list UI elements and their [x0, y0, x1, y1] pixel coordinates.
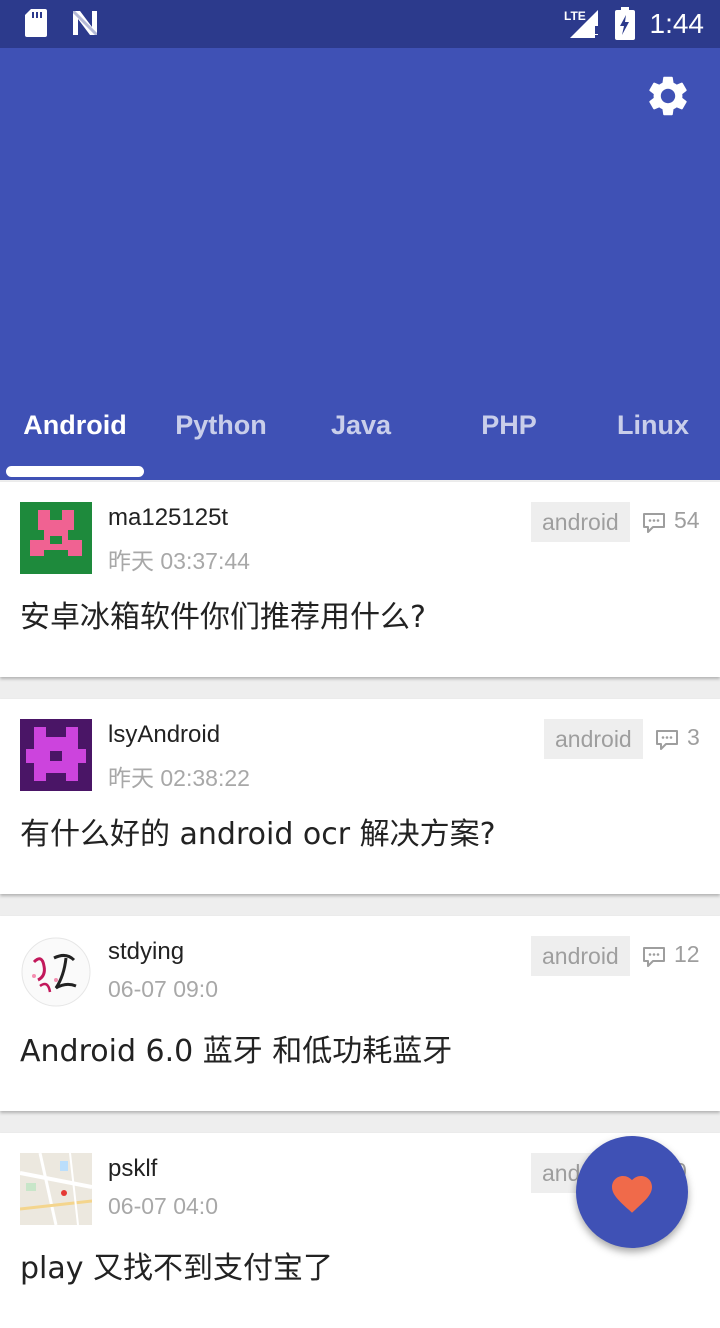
favorite-fab[interactable] — [576, 1136, 688, 1248]
tab-linux[interactable]: Linux — [588, 400, 718, 450]
avatar[interactable] — [20, 1153, 92, 1225]
lte-signal-icon: LTE — [564, 9, 598, 38]
comment-icon — [656, 730, 678, 750]
post-title[interactable]: 有什么好的 android ocr 解决方案? — [20, 809, 496, 853]
username[interactable]: ma125125t — [108, 504, 228, 532]
post-title[interactable]: play 又找不到支付宝了 — [20, 1243, 333, 1287]
sd-card-icon — [25, 9, 47, 37]
post-card[interactable]: ma125125t 昨天 03:37:44 android 54 安卓冰箱软件你… — [0, 482, 720, 677]
post-card[interactable]: stdying 06-07 09:0 android 12 Android 6.… — [0, 916, 720, 1111]
status-time: 1:44 — [649, 8, 705, 39]
tag-badge[interactable]: android — [544, 719, 643, 759]
settings-button[interactable] — [644, 72, 692, 120]
username[interactable]: psklf — [108, 1155, 157, 1183]
battery-icon — [615, 7, 635, 40]
tab-python[interactable]: Python — [156, 400, 286, 450]
post-title[interactable]: 安卓冰箱软件你们推荐用什么? — [20, 592, 426, 636]
avatar[interactable] — [20, 719, 92, 791]
post-time: 昨天 03:37:44 — [108, 548, 250, 574]
comment-count: 12 — [674, 941, 700, 967]
heart-icon — [612, 1176, 652, 1213]
tab-java[interactable]: Java — [296, 400, 426, 450]
tag-badge[interactable]: android — [531, 502, 630, 542]
avatar[interactable] — [20, 936, 92, 1008]
svg-text:LTE: LTE — [564, 9, 586, 23]
username[interactable]: lsyAndroid — [108, 721, 220, 749]
post-time: 06-07 09:0 — [108, 976, 218, 1002]
status-bar: LTE 1:44 — [0, 0, 720, 48]
post-title[interactable]: Android 6.0 蓝牙 和低功耗蓝牙 — [20, 1026, 452, 1070]
tab-android[interactable]: Android — [10, 400, 140, 450]
comment-count: 54 — [674, 507, 700, 533]
tab-indicator — [6, 466, 144, 477]
post-card[interactable]: lsyAndroid 昨天 02:38:22 android 3 有什么好的 a… — [0, 699, 720, 894]
post-time: 06-07 04:0 — [108, 1193, 218, 1219]
tag-badge[interactable]: android — [531, 936, 630, 976]
comment-icon — [643, 513, 665, 533]
gear-icon — [649, 76, 687, 116]
app-bar: Android Python Java PHP Linux — [0, 48, 720, 480]
username[interactable]: stdying — [108, 938, 184, 966]
n-notification-icon — [71, 9, 99, 37]
post-time: 昨天 02:38:22 — [108, 765, 250, 791]
comment-count: 3 — [687, 724, 700, 750]
comment-icon — [643, 947, 665, 967]
tab-bar: Android Python Java PHP Linux — [0, 400, 720, 480]
avatar[interactable] — [20, 502, 92, 574]
tab-php[interactable]: PHP — [444, 400, 574, 450]
